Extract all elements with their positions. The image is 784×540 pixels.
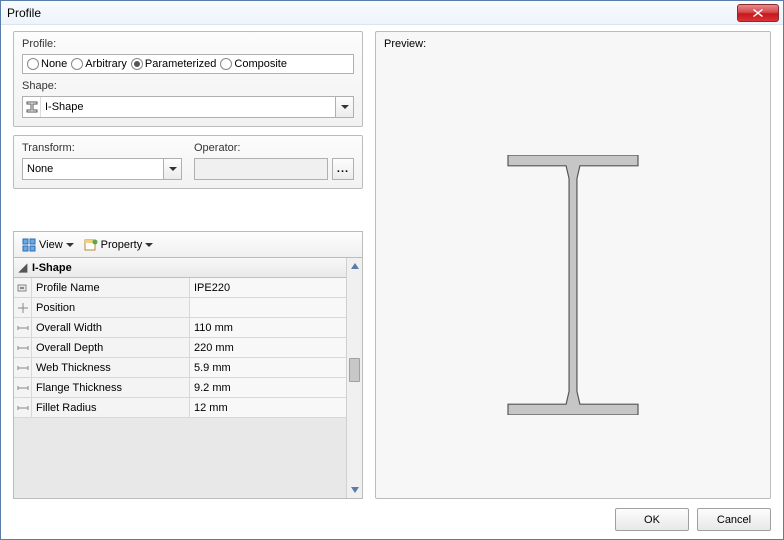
row-value[interactable]: IPE220 [190,278,346,297]
grid-body: ◢ I-Shape Profile NameIPE220PositionOver… [14,258,346,498]
grid-row[interactable]: Position [14,298,346,318]
row-icon [14,278,32,297]
ishape-preview-icon [503,155,643,415]
cancel-button[interactable]: Cancel [697,508,771,531]
chevron-down-icon [169,167,177,171]
radio-none[interactable]: None [27,58,67,70]
window-title: Profile [7,6,41,20]
row-label: Fillet Radius [32,398,190,417]
row-icon [14,358,32,377]
vertical-scrollbar[interactable] [346,258,362,498]
grid-row[interactable]: Overall Depth220 mm [14,338,346,358]
operator-input [194,158,328,180]
row-icon [14,338,32,357]
grid-row[interactable]: Fillet Radius12 mm [14,398,346,418]
shape-input[interactable] [41,97,335,117]
preview-panel: Preview: [375,31,771,499]
ok-button[interactable]: OK [615,508,689,531]
operator-label: Operator: [194,142,354,154]
titlebar: Profile [1,1,783,25]
operator-browse-button[interactable]: ... [332,158,354,180]
grid-toolbar: View Property [14,232,362,258]
view-menu-button[interactable]: View [18,236,78,254]
row-value[interactable]: 9.2 mm [190,378,346,397]
close-button[interactable] [737,4,779,22]
chevron-down-icon [341,105,349,109]
row-label: Position [32,298,190,317]
transform-select[interactable]: None [22,158,182,180]
shape-label: Shape: [22,80,354,92]
shape-dropdown-button[interactable] [335,97,353,117]
property-grid: View Property ◢ I-Shape Profile NameIPE2… [13,231,363,499]
row-label: Flange Thickness [32,378,190,397]
view-icon [22,238,36,252]
scroll-down-button[interactable] [347,482,362,498]
ellipsis-icon: ... [337,163,349,175]
scroll-thumb[interactable] [349,358,360,382]
row-label: Web Thickness [32,358,190,377]
property-menu-button[interactable]: Property [80,236,158,254]
grid-row[interactable]: Flange Thickness9.2 mm [14,378,346,398]
shape-select[interactable] [22,96,354,118]
grid-row[interactable]: Web Thickness5.9 mm [14,358,346,378]
grid-category-header[interactable]: ◢ I-Shape [14,258,346,278]
transform-label: Transform: [22,142,182,154]
row-icon [14,298,32,317]
transform-dropdown-button[interactable] [163,159,181,179]
chevron-down-icon [145,243,153,247]
ishape-icon [23,97,41,117]
row-label: Overall Width [32,318,190,337]
radio-parameterized[interactable]: Parameterized [131,58,217,70]
chevron-down-icon [66,243,74,247]
transform-group: Transform: None Operator: [13,135,363,189]
row-label: Profile Name [32,278,190,297]
preview-label: Preview: [384,38,426,50]
row-value[interactable]: 110 mm [190,318,346,337]
row-value[interactable]: 12 mm [190,398,346,417]
profile-group: Profile: None Arbitrary Parameterized Co… [13,31,363,127]
profile-dialog: Profile Profile: None Arbitrary Paramete… [0,0,784,540]
collapse-icon[interactable]: ◢ [14,261,32,274]
property-icon [84,238,98,252]
dialog-footer: OK Cancel [615,508,771,531]
row-label: Overall Depth [32,338,190,357]
radio-composite[interactable]: Composite [220,58,287,70]
row-value[interactable] [190,298,346,317]
preview-canvas [376,72,770,498]
row-icon [14,318,32,337]
row-icon [14,378,32,397]
grid-row[interactable]: Profile NameIPE220 [14,278,346,298]
row-value[interactable]: 220 mm [190,338,346,357]
row-icon [14,398,32,417]
radio-arbitrary[interactable]: Arbitrary [71,58,127,70]
row-value[interactable]: 5.9 mm [190,358,346,377]
profile-label: Profile: [22,38,354,50]
profile-radio-row: None Arbitrary Parameterized Composite [22,54,354,74]
scroll-up-button[interactable] [347,258,362,274]
grid-row[interactable]: Overall Width110 mm [14,318,346,338]
close-icon [753,9,763,17]
